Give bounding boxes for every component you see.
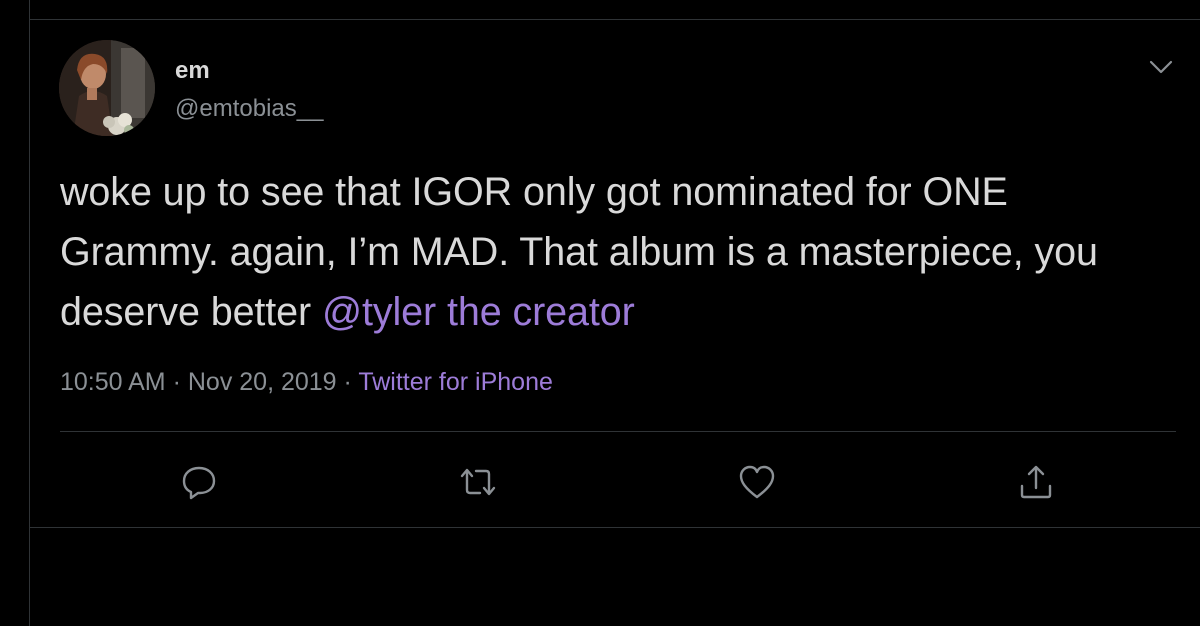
- tweet-meta: 10:50 AM · Nov 20, 2019 · Twitter for iP…: [60, 365, 553, 399]
- tweet-menu-button[interactable]: [1143, 53, 1179, 81]
- author-handle[interactable]: @emtobias__: [175, 93, 323, 125]
- tweet-time[interactable]: 10:50 AM: [60, 368, 166, 396]
- bottom-divider: [29, 527, 1200, 528]
- chevron-down-icon: [1149, 60, 1173, 74]
- like-button[interactable]: [735, 460, 779, 504]
- share-button[interactable]: [1014, 460, 1058, 504]
- heart-icon: [739, 465, 775, 499]
- meta-separator: ·: [165, 368, 188, 396]
- meta-separator: ·: [336, 368, 359, 396]
- retweet-button[interactable]: [456, 460, 500, 504]
- author-name[interactable]: em: [175, 55, 210, 87]
- top-divider: [29, 19, 1200, 20]
- share-icon: [1020, 465, 1052, 499]
- tweet-date[interactable]: Nov 20, 2019: [188, 368, 337, 396]
- reply-icon: [182, 466, 216, 500]
- meta-divider: [60, 431, 1176, 432]
- mention-link[interactable]: @tyler the creator: [322, 290, 635, 334]
- tweet-text: woke up to see that IGOR only got nomina…: [60, 162, 1160, 342]
- avatar[interactable]: [59, 40, 155, 136]
- reply-button[interactable]: [177, 460, 221, 504]
- tweet-page: em @emtobias__ woke up to see that IGOR …: [0, 0, 1200, 626]
- avatar-photo: [59, 40, 155, 136]
- tweet-source-link[interactable]: Twitter for iPhone: [358, 368, 553, 396]
- retweet-icon: [460, 468, 496, 496]
